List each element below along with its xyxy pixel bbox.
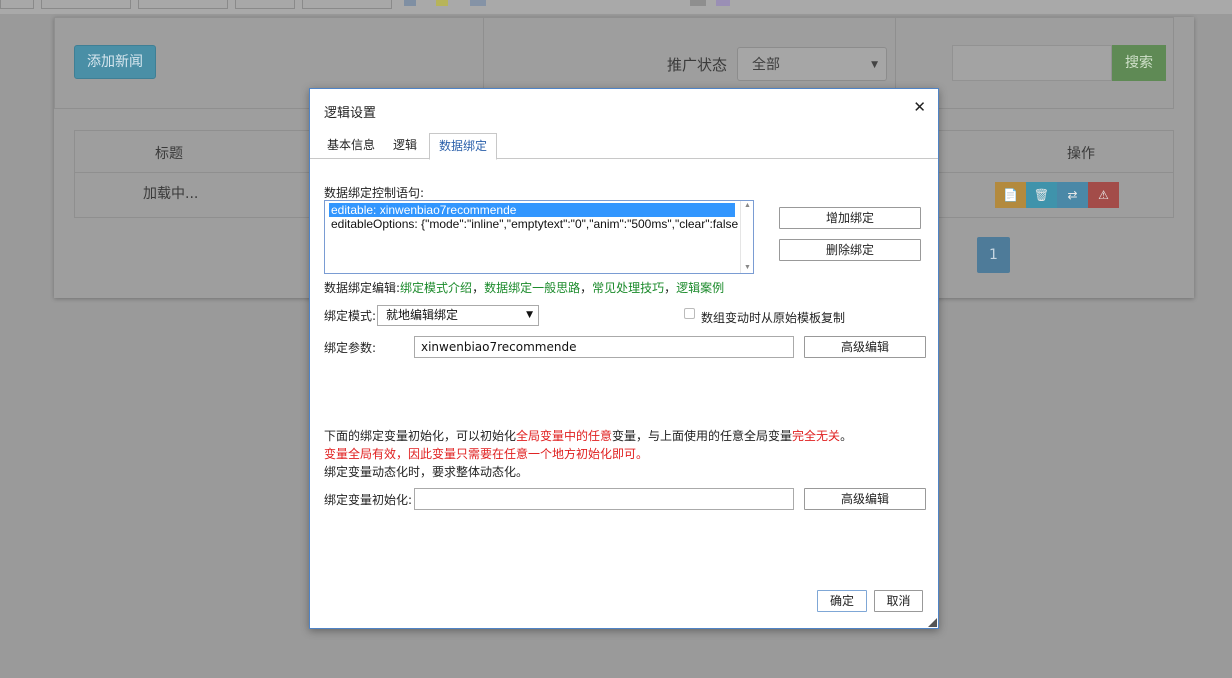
binding-mode-select[interactable]: 就地编辑绑定 ▼ xyxy=(377,305,539,326)
hint-prefix: 数据绑定编辑: xyxy=(324,281,401,295)
binding-edit-hint: 数据绑定编辑:绑定模式介绍，数据绑定一般思路，常见处理技巧，逻辑案例 xyxy=(324,279,724,296)
binding-mode-label: 绑定模式: xyxy=(324,309,377,323)
separator: ， xyxy=(664,281,677,295)
advanced-edit-button-2[interactable]: 高级编辑 xyxy=(804,488,926,510)
toolbar-color-icon xyxy=(436,0,448,6)
row-ops: 📄 🗑 ⇄ ⚠ xyxy=(995,182,1119,208)
init-var-input[interactable] xyxy=(414,488,794,510)
scroll-down-icon[interactable]: ▼ xyxy=(744,264,751,271)
statement-line[interactable]: editable: xinwenbiao7recommende xyxy=(329,203,735,217)
copy-template-label: 数组变动时从原始模板复制 xyxy=(701,311,846,325)
advanced-edit-button[interactable]: 高级编辑 xyxy=(804,336,926,358)
separator: ， xyxy=(580,281,593,295)
resize-handle-icon[interactable] xyxy=(928,618,937,627)
toolbar-tool-icon xyxy=(690,0,706,6)
init-note-2: 变量全局有效，因此变量只需要在任意一个地方初始化即可。 xyxy=(324,447,649,461)
init-var-label: 绑定变量初始化: xyxy=(324,493,413,507)
init-note-3: 绑定变量动态化时，要求整体动态化。 xyxy=(324,465,529,479)
loading-text: 加载中... xyxy=(143,186,199,202)
chevron-down-icon: ▼ xyxy=(526,310,533,320)
add-news-button[interactable]: 添加新闻 xyxy=(74,45,156,79)
separator: ， xyxy=(472,281,485,295)
toolbar-field xyxy=(138,0,228,9)
toolbar-field xyxy=(0,0,34,9)
column-header-ops: 操作 xyxy=(1067,146,1095,162)
link-binding-general-idea[interactable]: 数据绑定一般思路 xyxy=(484,281,580,295)
statement-line[interactable]: editableOptions: {"mode":"inline","empty… xyxy=(331,217,738,231)
note-warn-text: 全局变量中的任意 xyxy=(516,429,613,443)
chevron-down-icon: ▼ xyxy=(871,60,878,70)
toolbar-field xyxy=(235,0,295,9)
link-logic-cases[interactable]: 逻辑案例 xyxy=(676,281,724,295)
top-toolbar xyxy=(0,0,1232,14)
link-common-tips[interactable]: 常见处理技巧 xyxy=(592,281,664,295)
binding-statement-list[interactable]: editable: xinwenbiao7recommende editable… xyxy=(324,200,754,274)
tab-logic[interactable]: 逻辑 xyxy=(384,133,426,159)
dialog-title: 逻辑设置 xyxy=(324,106,377,121)
tab-data-binding[interactable]: 数据绑定 xyxy=(429,133,498,160)
toolbar-field xyxy=(41,0,131,9)
binding-mode-value: 就地编辑绑定 xyxy=(386,308,459,322)
note-text: 变量，与上面使用的任意全局变量 xyxy=(612,429,793,443)
trash-icon[interactable]: 🗑 xyxy=(1026,182,1057,208)
add-binding-button[interactable]: 增加绑定 xyxy=(779,207,921,229)
copy-template-checkbox[interactable] xyxy=(684,308,695,319)
statement-label: 数据绑定控制语句: xyxy=(324,186,425,200)
close-icon[interactable]: ✕ xyxy=(913,98,926,116)
init-note-1: 下面的绑定变量初始化，可以初始化全局变量中的任意变量，与上面使用的任意全局变量完… xyxy=(324,427,852,444)
alert-icon[interactable]: ⚠ xyxy=(1088,182,1119,208)
note-text: 下面的绑定变量初始化，可以初始化 xyxy=(324,429,517,443)
binding-params-input[interactable]: xinwenbiao7recommende xyxy=(414,336,794,358)
promo-status-select[interactable]: 全部 ▼ xyxy=(737,47,887,81)
document-icon[interactable]: 📄 xyxy=(995,182,1026,208)
scroll-up-icon[interactable]: ▲ xyxy=(744,202,751,209)
toolbar-field xyxy=(302,0,392,9)
search-button[interactable]: 搜索 xyxy=(1112,45,1166,81)
promo-status-label: 推广状态 xyxy=(667,56,728,74)
dialog-tabs: 基本信息 逻辑 数据绑定 xyxy=(310,133,938,160)
link-binding-mode-intro[interactable]: 绑定模式介绍 xyxy=(400,281,472,295)
toolbar-color-icon xyxy=(404,0,416,6)
swap-icon[interactable]: ⇄ xyxy=(1057,182,1088,208)
search-input[interactable] xyxy=(952,45,1112,81)
note-text: 。 xyxy=(840,429,853,443)
note-warn-text: 完全无关 xyxy=(792,429,841,443)
scrollbar[interactable]: ▲ ▼ xyxy=(740,201,753,273)
binding-params-label: 绑定参数: xyxy=(324,341,377,355)
logic-settings-dialog: 逻辑设置 ✕ 基本信息 逻辑 数据绑定 数据绑定控制语句: editable: … xyxy=(309,88,939,629)
tab-basic-info[interactable]: 基本信息 xyxy=(318,133,384,159)
column-header-title: 标题 xyxy=(155,146,183,162)
toolbar-tool-icon xyxy=(716,0,730,6)
cancel-button[interactable]: 取消 xyxy=(874,590,923,612)
promo-status-value: 全部 xyxy=(752,57,780,73)
pagination-current-page[interactable]: 1 xyxy=(977,237,1010,273)
toolbar-tool-icon xyxy=(470,0,486,6)
ok-button[interactable]: 确定 xyxy=(817,590,867,612)
delete-binding-button[interactable]: 删除绑定 xyxy=(779,239,921,261)
